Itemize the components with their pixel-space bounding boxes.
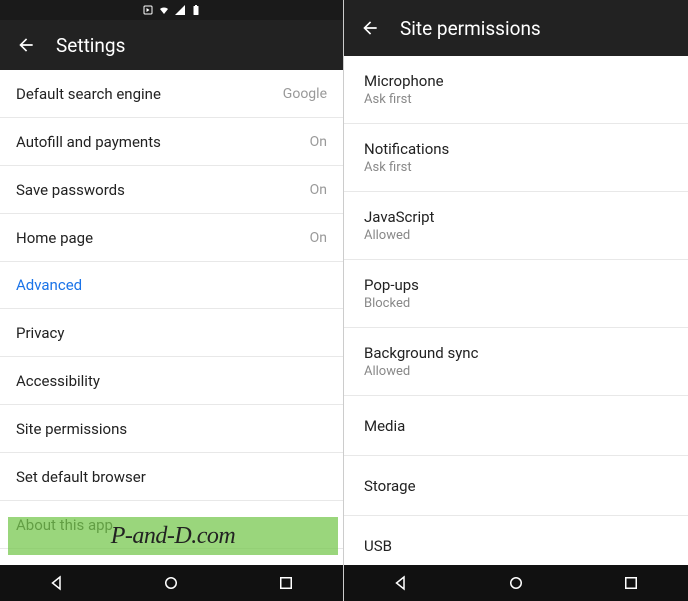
back-arrow-icon	[360, 18, 380, 38]
permission-media[interactable]: Media	[344, 396, 688, 456]
back-button[interactable]	[16, 35, 36, 55]
permission-usb[interactable]: USB	[344, 516, 688, 565]
permissions-list: Microphone Ask first Notifications Ask f…	[344, 56, 688, 565]
setting-label: Set default browser	[16, 468, 146, 486]
site-permissions-screen: Site permissions Microphone Ask first No…	[344, 0, 688, 601]
setting-value: On	[310, 182, 327, 198]
nav-back-icon	[48, 574, 66, 592]
setting-label: Accessibility	[16, 372, 100, 390]
setting-label: About this app	[16, 516, 113, 534]
setting-default-search-engine[interactable]: Default search engine Google	[0, 70, 343, 118]
setting-label: Save passwords	[16, 181, 125, 199]
permission-label: Microphone	[364, 72, 444, 90]
nav-home[interactable]	[159, 571, 183, 595]
setting-label: Site permissions	[16, 420, 127, 438]
settings-list: Default search engine Google Autofill an…	[0, 70, 343, 565]
permission-label: Pop-ups	[364, 276, 419, 294]
permission-storage[interactable]: Storage	[344, 456, 688, 516]
nav-recent[interactable]	[274, 571, 298, 595]
nfc-icon	[142, 4, 154, 16]
permission-label: Notifications	[364, 140, 449, 158]
nav-back-icon	[392, 574, 410, 592]
app-bar: Settings	[0, 20, 343, 70]
permission-status: Blocked	[364, 296, 419, 311]
page-title: Settings	[56, 34, 125, 57]
setting-label: Autofill and payments	[16, 133, 161, 151]
setting-label: Default search engine	[16, 85, 161, 103]
battery-icon	[190, 4, 202, 16]
nav-back[interactable]	[45, 571, 69, 595]
setting-accessibility[interactable]: Accessibility	[0, 357, 343, 405]
wifi-icon	[158, 4, 170, 16]
setting-label: Privacy	[16, 324, 64, 342]
setting-set-default-browser[interactable]: Set default browser	[0, 453, 343, 501]
nav-home[interactable]	[504, 571, 528, 595]
page-title: Site permissions	[400, 17, 541, 40]
setting-save-passwords[interactable]: Save passwords On	[0, 166, 343, 214]
back-button[interactable]	[360, 18, 380, 38]
permission-status: Allowed	[364, 228, 434, 243]
signal-icon	[174, 4, 186, 16]
permission-microphone[interactable]: Microphone Ask first	[344, 56, 688, 124]
permission-label: Media	[364, 417, 405, 435]
permission-notifications[interactable]: Notifications Ask first	[344, 124, 688, 192]
permission-popups[interactable]: Pop-ups Blocked	[344, 260, 688, 328]
nav-home-icon	[507, 574, 525, 592]
settings-screen: Settings Default search engine Google Au…	[0, 0, 344, 601]
setting-value: On	[310, 230, 327, 246]
nav-recent-icon	[277, 574, 295, 592]
nav-back[interactable]	[389, 571, 413, 595]
permission-status: Allowed	[364, 364, 478, 379]
permission-background-sync[interactable]: Background sync Allowed	[344, 328, 688, 396]
permission-label: Storage	[364, 477, 416, 495]
setting-value: On	[310, 134, 327, 150]
setting-value: Google	[283, 86, 327, 102]
permission-status: Ask first	[364, 92, 444, 107]
setting-label: Home page	[16, 229, 93, 247]
section-advanced: Advanced	[0, 262, 343, 309]
back-arrow-icon	[16, 35, 36, 55]
nav-home-icon	[162, 574, 180, 592]
setting-about-this-app[interactable]: About this app	[0, 501, 343, 549]
permission-javascript[interactable]: JavaScript Allowed	[344, 192, 688, 260]
permission-label: JavaScript	[364, 208, 434, 226]
setting-privacy[interactable]: Privacy	[0, 309, 343, 357]
status-bar	[0, 0, 343, 20]
permission-label: Background sync	[364, 344, 478, 362]
setting-autofill-payments[interactable]: Autofill and payments On	[0, 118, 343, 166]
permission-status: Ask first	[364, 160, 449, 175]
permission-label: USB	[364, 537, 392, 555]
app-bar: Site permissions	[344, 0, 688, 56]
setting-site-permissions[interactable]: Site permissions	[0, 405, 343, 453]
nav-bar	[344, 565, 688, 601]
nav-recent[interactable]	[619, 571, 643, 595]
nav-recent-icon	[622, 574, 640, 592]
nav-bar	[0, 565, 343, 601]
setting-home-page[interactable]: Home page On	[0, 214, 343, 262]
